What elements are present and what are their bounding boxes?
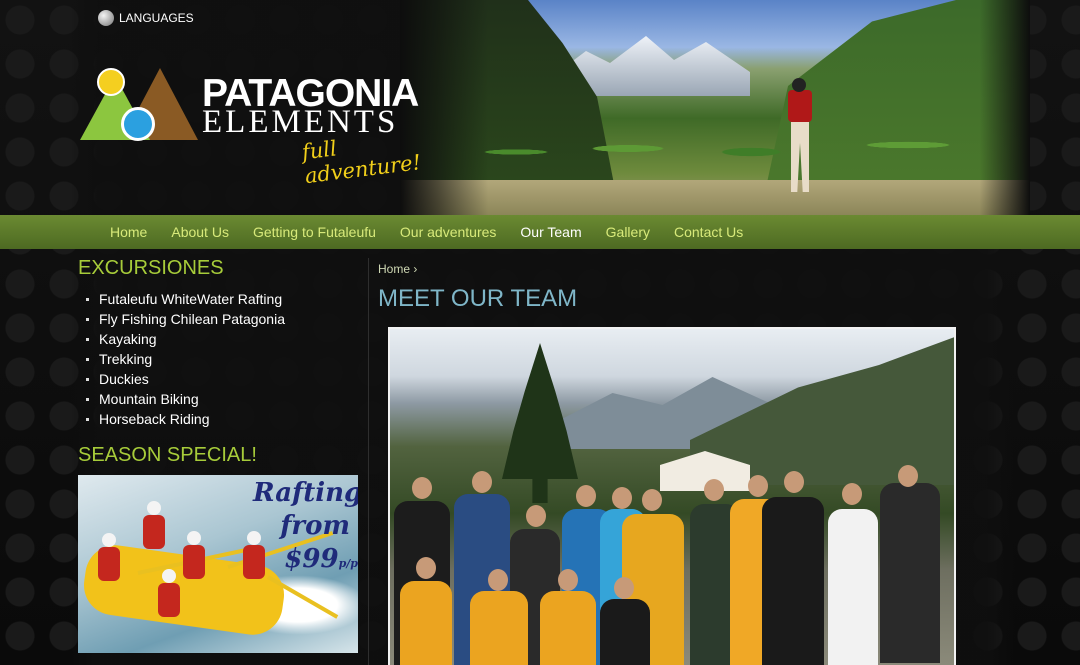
nav-item-gallery[interactable]: Gallery [606,224,650,240]
excursion-link[interactable]: Mountain Biking [99,391,199,407]
list-item[interactable]: Kayaking [86,329,285,349]
excursions-heading: EXCURSIONES [78,257,224,279]
promo-unit: p/p [338,557,358,570]
page-title: MEET OUR TEAM [378,285,578,312]
nav-item-our-adventures[interactable]: Our adventures [400,224,497,240]
globe-icon [98,10,114,26]
breadcrumb-home-link[interactable]: Home [378,262,410,276]
languages-button[interactable]: LANGUAGES [98,10,194,26]
rafting-promo-banner[interactable]: Rafting from $99p/p [78,475,358,653]
excursion-link[interactable]: Fly Fishing Chilean Patagonia [99,311,285,327]
main-navigation: Home About Us Getting to Futaleufu Our a… [0,215,1080,249]
nav-item-contact-us[interactable]: Contact Us [674,224,743,240]
season-special-heading: SEASON SPECIAL! [78,444,257,466]
excursion-link[interactable]: Horseback Riding [99,411,210,427]
nav-item-home[interactable]: Home [110,224,147,240]
promo-line-rafting: Rafting [253,478,358,508]
breadcrumb: Home › [378,262,417,276]
breadcrumb-separator: › [413,262,418,276]
languages-label: LANGUAGES [119,11,194,25]
promo-price: $99 [284,544,339,574]
excursions-list: Futaleufu WhiteWater Rafting Fly Fishing… [86,289,285,429]
list-item[interactable]: Duckies [86,369,285,389]
list-item[interactable]: Trekking [86,349,285,369]
excursion-link[interactable]: Trekking [99,351,152,367]
column-divider [368,258,369,665]
promo-line-from: from [280,511,350,541]
excursion-link[interactable]: Futaleufu WhiteWater Rafting [99,291,282,307]
list-item[interactable]: Mountain Biking [86,389,285,409]
logo-sun-icon [97,68,125,96]
list-item[interactable]: Horseback Riding [86,409,285,429]
team-photo [388,327,956,665]
site-header: LANGUAGES PATAGONIA ELEMENTS full advent… [0,0,1080,215]
nav-item-our-team[interactable]: Our Team [520,224,581,240]
excursion-link[interactable]: Duckies [99,371,149,387]
logo-water-icon [121,107,155,141]
promo-text: Rafting from $99p/p [253,477,358,580]
nav-item-about-us[interactable]: About Us [171,224,229,240]
excursion-link[interactable]: Kayaking [99,331,157,347]
list-item[interactable]: Fly Fishing Chilean Patagonia [86,309,285,329]
site-logo[interactable]: PATAGONIA ELEMENTS full adventure! [78,62,440,188]
nav-item-getting-to-futaleufu[interactable]: Getting to Futaleufu [253,224,376,240]
list-item[interactable]: Futaleufu WhiteWater Rafting [86,289,285,309]
